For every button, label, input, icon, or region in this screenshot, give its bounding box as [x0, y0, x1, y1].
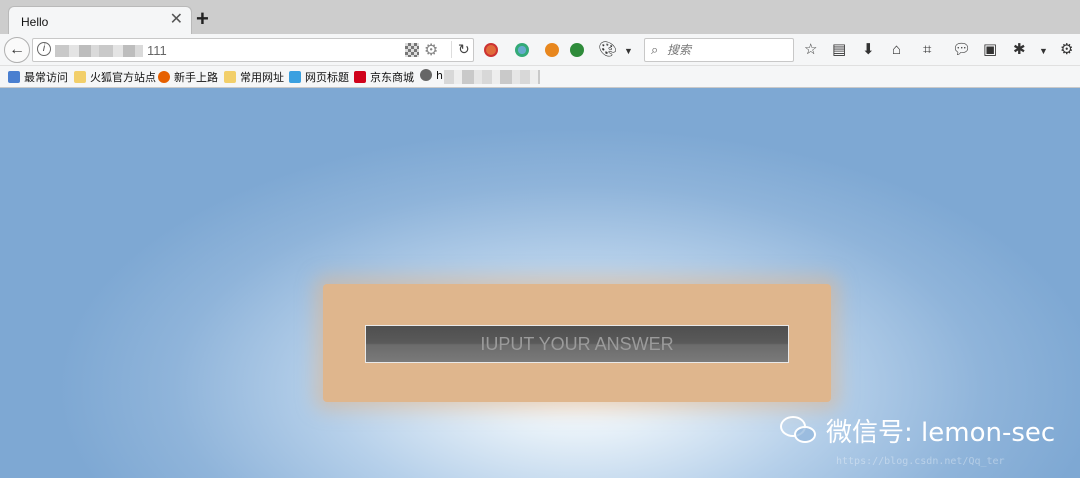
url-text: 111 [147, 43, 167, 58]
reading-list-icon[interactable]: ▤ [832, 40, 846, 60]
wechat-icon [778, 414, 818, 446]
chart-icon [8, 71, 20, 83]
menu-gear-icon[interactable]: ⚙ [1060, 40, 1073, 60]
back-button[interactable]: ← [4, 37, 30, 63]
bookmark-getting-started[interactable]: 新手上路 [158, 69, 218, 85]
bookmarks-bar: 最常访问 火狐官方站点 新手上路 常用网址 网页标题 京东商城 h [0, 66, 1080, 88]
jd-icon [354, 71, 366, 83]
overflow-arrow-icon[interactable]: ▼ [1039, 41, 1048, 61]
bookmark-common-urls[interactable]: 常用网址 [224, 69, 284, 85]
bookmark-redacted[interactable]: h [420, 69, 443, 85]
answer-panel [323, 284, 831, 402]
page-content: 微信号: lemon-sec https://blog.csdn.net/Qq_… [0, 88, 1080, 478]
qr-code-icon[interactable] [405, 43, 419, 57]
info-icon[interactable]: i [37, 42, 51, 56]
search-box[interactable]: ⌕ [644, 38, 794, 62]
globe-extension-icon[interactable] [515, 43, 529, 57]
tab-strip: Hello ✕ + [0, 0, 1080, 34]
reload-button[interactable]: ↻ [451, 41, 470, 58]
home-icon[interactable]: ⌂ [892, 40, 901, 60]
tab-hello[interactable]: Hello ✕ [8, 6, 192, 34]
search-icon: ⌕ [651, 42, 659, 57]
nav-bar: ← i 111 ⚙ ↻ 🎨︎ ▼ ⌕ ☆ ▤ ⬇ ⌂ ⌗ 💬︎ ▣ ✱ ▼ ⚙ [0, 34, 1080, 66]
dropdown-arrow-icon[interactable]: ▼ [624, 41, 633, 61]
watermark-text: 微信号: lemon-sec [826, 417, 1056, 448]
image-icon[interactable]: ▣ [983, 40, 997, 60]
folder-icon [74, 71, 86, 83]
tab-title: Hello [21, 15, 49, 29]
crop-icon[interactable]: ⌗ [923, 40, 931, 60]
bookmark-redacted-blur [444, 70, 540, 84]
bookmark-jd[interactable]: 京东商城 [354, 69, 414, 85]
globe-icon [420, 69, 432, 81]
bug-icon[interactable]: ✱ [1013, 40, 1026, 60]
bookmark-most-visited[interactable]: 最常访问 [8, 69, 68, 85]
block-extension-icon[interactable] [484, 43, 498, 57]
gear-icon[interactable]: ⚙ [424, 40, 438, 60]
palette-icon[interactable]: 🎨︎ [598, 40, 617, 60]
answer-input[interactable] [365, 325, 789, 363]
bookmark-page-title[interactable]: 网页标题 [289, 69, 349, 85]
shield-extension-icon[interactable] [570, 43, 584, 57]
bookmark-firefox-site[interactable]: 火狐官方站点 [74, 69, 156, 85]
url-watermark: https://blog.csdn.net/Qq_ter [836, 456, 1005, 467]
url-bar[interactable]: i 111 ⚙ ↻ [32, 38, 474, 62]
star-icon[interactable]: ☆ [804, 40, 817, 60]
download-icon[interactable]: ⬇ [862, 40, 875, 60]
close-icon[interactable]: ✕ [170, 11, 183, 29]
url-redacted [55, 45, 143, 57]
folder-icon [224, 71, 236, 83]
web-icon [289, 71, 301, 83]
wechat-watermark: 微信号: lemon-sec [778, 410, 1055, 450]
chat-icon[interactable]: 💬︎ [952, 40, 971, 60]
new-tab-button[interactable]: + [196, 8, 209, 30]
firefox-icon [158, 71, 170, 83]
search-input[interactable] [667, 42, 787, 58]
fox-extension-icon[interactable] [545, 43, 559, 57]
